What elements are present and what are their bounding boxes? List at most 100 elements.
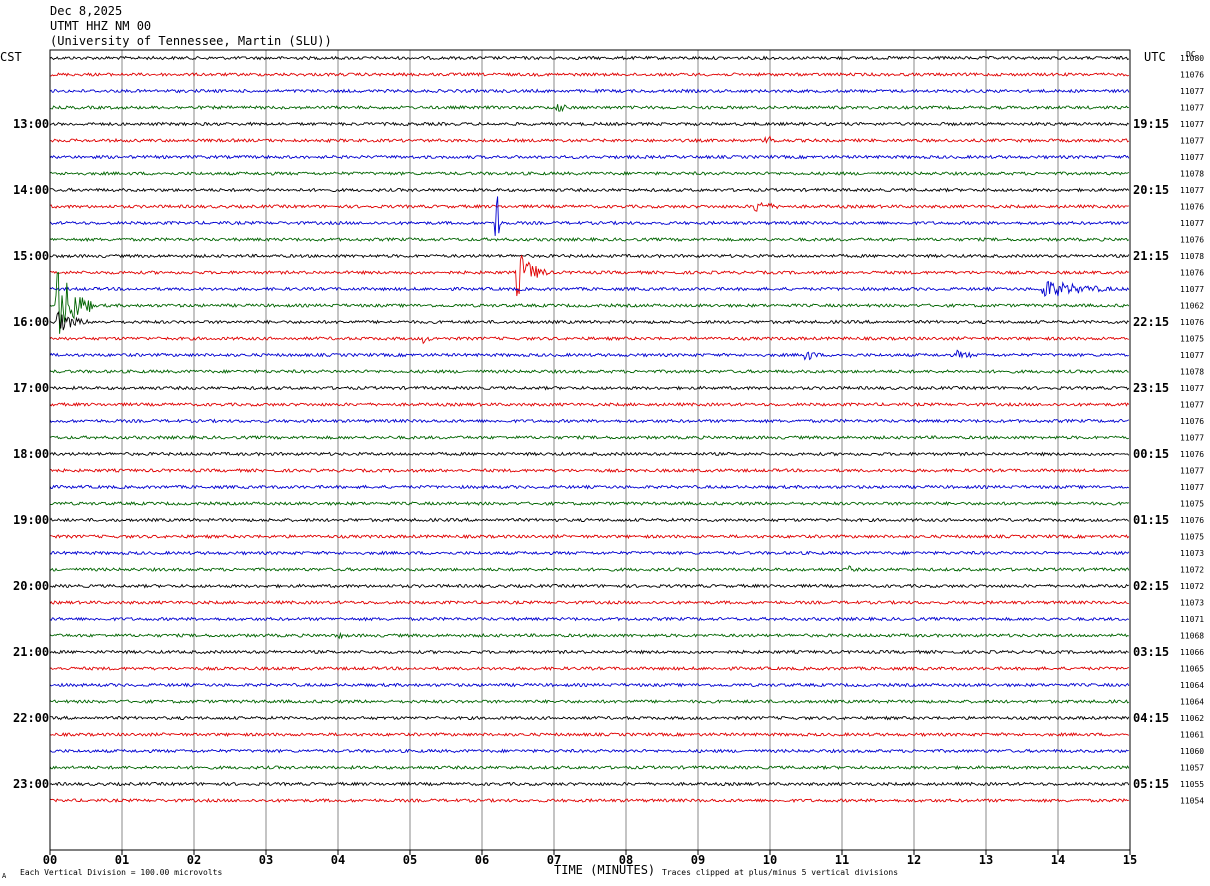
right-hour-label: 20:15 xyxy=(1133,183,1169,197)
seismic-trace xyxy=(49,311,1130,331)
seismic-trace xyxy=(49,335,1129,345)
dc-value-label: 11076 xyxy=(1180,236,1204,245)
dc-value-label: 11076 xyxy=(1180,516,1204,525)
right-hour-label: 04:15 xyxy=(1133,711,1169,725)
x-axis-title: TIME (MINUTES) xyxy=(554,863,655,877)
x-tick-label: 15 xyxy=(1123,853,1137,867)
seismic-trace xyxy=(49,699,1130,704)
left-hour-label: 16:00 xyxy=(13,315,49,329)
dc-value-label: 11064 xyxy=(1180,681,1204,690)
x-tick-label: 14 xyxy=(1051,853,1065,867)
trace-group xyxy=(49,55,1130,804)
left-hour-label: 13:00 xyxy=(13,117,49,131)
left-hour-label: 19:00 xyxy=(13,513,49,527)
dc-value-label: 11062 xyxy=(1180,302,1204,311)
seismic-trace xyxy=(49,565,1130,572)
dc-value-label: 11078 xyxy=(1180,252,1204,261)
dc-value-label: 11072 xyxy=(1180,582,1204,591)
seismic-trace xyxy=(49,715,1130,721)
dc-value-label: 11077 xyxy=(1180,153,1204,162)
seismic-trace xyxy=(49,121,1130,127)
right-hour-label: 05:15 xyxy=(1133,777,1169,791)
dc-value-label: 11077 xyxy=(1180,285,1204,294)
x-tick-label: 05 xyxy=(403,853,417,867)
right-hour-label: 23:15 xyxy=(1133,381,1169,395)
x-tick-label: 13 xyxy=(979,853,993,867)
clip-note: Traces clipped at plus/minus 5 vertical … xyxy=(662,868,898,877)
seismogram-plot: 00 01 02 03 04 05 06 07 08 09 10 11 12 13 14 1511080110… xyxy=(0,49,1204,880)
left-timezone-label: CST xyxy=(0,50,22,64)
seismic-trace xyxy=(49,280,1130,297)
right-hour-label: 00:15 xyxy=(1133,447,1169,461)
right-hour-label: 19:15 xyxy=(1133,117,1169,131)
x-tick-label: 01 xyxy=(115,853,129,867)
x-tick-label: 09 xyxy=(691,853,705,867)
dc-value-label: 11072 xyxy=(1180,566,1204,575)
dc-value-label: 11060 xyxy=(1180,747,1204,756)
seismic-trace xyxy=(49,484,1130,490)
seismic-trace xyxy=(49,349,1129,361)
seismic-trace xyxy=(49,517,1130,523)
seismic-trace xyxy=(49,649,1129,655)
dc-value-label: 11077 xyxy=(1180,87,1204,96)
right-hour-label: 22:15 xyxy=(1133,315,1169,329)
left-hour-label: 14:00 xyxy=(13,183,49,197)
dc-value-label: 11075 xyxy=(1180,335,1204,344)
x-tick-label: 03 xyxy=(259,853,273,867)
dc-value-label: 11077 xyxy=(1180,186,1204,195)
left-hour-label: 20:00 xyxy=(13,579,49,593)
left-hour-label: 15:00 xyxy=(13,249,49,263)
x-tick-label: 10 xyxy=(763,853,777,867)
dc-value-label: 11076 xyxy=(1180,450,1204,459)
seismic-trace xyxy=(49,271,1130,334)
seismic-trace xyxy=(49,418,1130,424)
right-hour-label: 03:15 xyxy=(1133,645,1169,659)
dc-value-label: 11077 xyxy=(1180,467,1204,476)
dc-value-label: 11077 xyxy=(1180,351,1204,360)
left-hour-label: 22:00 xyxy=(13,711,49,725)
dc-value-label: 11071 xyxy=(1180,615,1204,624)
scale-note: Each Vertical Division = 100.00 microvol… xyxy=(20,868,222,877)
dc-value-label: 11077 xyxy=(1180,434,1204,443)
label-group: 00 01 02 03 04 05 06 07 08 09 10 11 12 13 14 1511080110… xyxy=(13,54,1204,867)
right-hour-label: 01:15 xyxy=(1133,513,1169,527)
seismic-trace xyxy=(49,682,1130,688)
seismic-trace xyxy=(49,401,1130,407)
right-hour-label: 02:15 xyxy=(1133,579,1169,593)
x-tick-label: 04 xyxy=(331,853,345,867)
dc-value-label: 11061 xyxy=(1180,731,1204,740)
dc-value-label: 11066 xyxy=(1180,648,1204,657)
dc-value-label: 11064 xyxy=(1180,698,1204,707)
dc-value-label: 11054 xyxy=(1180,797,1204,806)
x-tick-label: 02 xyxy=(187,853,201,867)
dc-value-label: 11077 xyxy=(1180,104,1204,113)
seismic-trace xyxy=(49,170,1130,177)
x-tick-label: 11 xyxy=(835,853,849,867)
seismic-trace xyxy=(49,196,1129,236)
seismic-trace xyxy=(49,631,1129,640)
seismic-trace xyxy=(49,434,1130,441)
seismic-trace xyxy=(49,104,1129,113)
dc-value-label: 11076 xyxy=(1180,269,1204,278)
seismic-trace xyxy=(49,451,1130,457)
dc-value-label: 11057 xyxy=(1180,764,1204,773)
dc-value-label: 11077 xyxy=(1180,120,1204,129)
plot-frame xyxy=(49,49,1131,851)
seismic-trace xyxy=(49,583,1130,589)
seismic-trace xyxy=(49,797,1129,804)
left-hour-label: 21:00 xyxy=(13,645,49,659)
dc-value-label: 11076 xyxy=(1180,203,1204,212)
seismic-trace xyxy=(49,253,1130,259)
x-tick-label: 00 xyxy=(43,853,57,867)
seismic-trace xyxy=(49,201,1129,212)
dc-value-label: 11068 xyxy=(1180,632,1204,641)
seismic-trace xyxy=(49,748,1129,754)
seismic-trace xyxy=(49,187,1130,193)
dc-value-label: 11077 xyxy=(1180,137,1204,146)
seismic-trace xyxy=(49,599,1129,605)
dc-value-label: 11073 xyxy=(1180,549,1204,558)
dc-value-label: 11077 xyxy=(1180,219,1204,228)
left-hour-label: 23:00 xyxy=(13,777,49,791)
seismic-trace xyxy=(49,550,1130,556)
corner-mark: A xyxy=(2,872,7,880)
